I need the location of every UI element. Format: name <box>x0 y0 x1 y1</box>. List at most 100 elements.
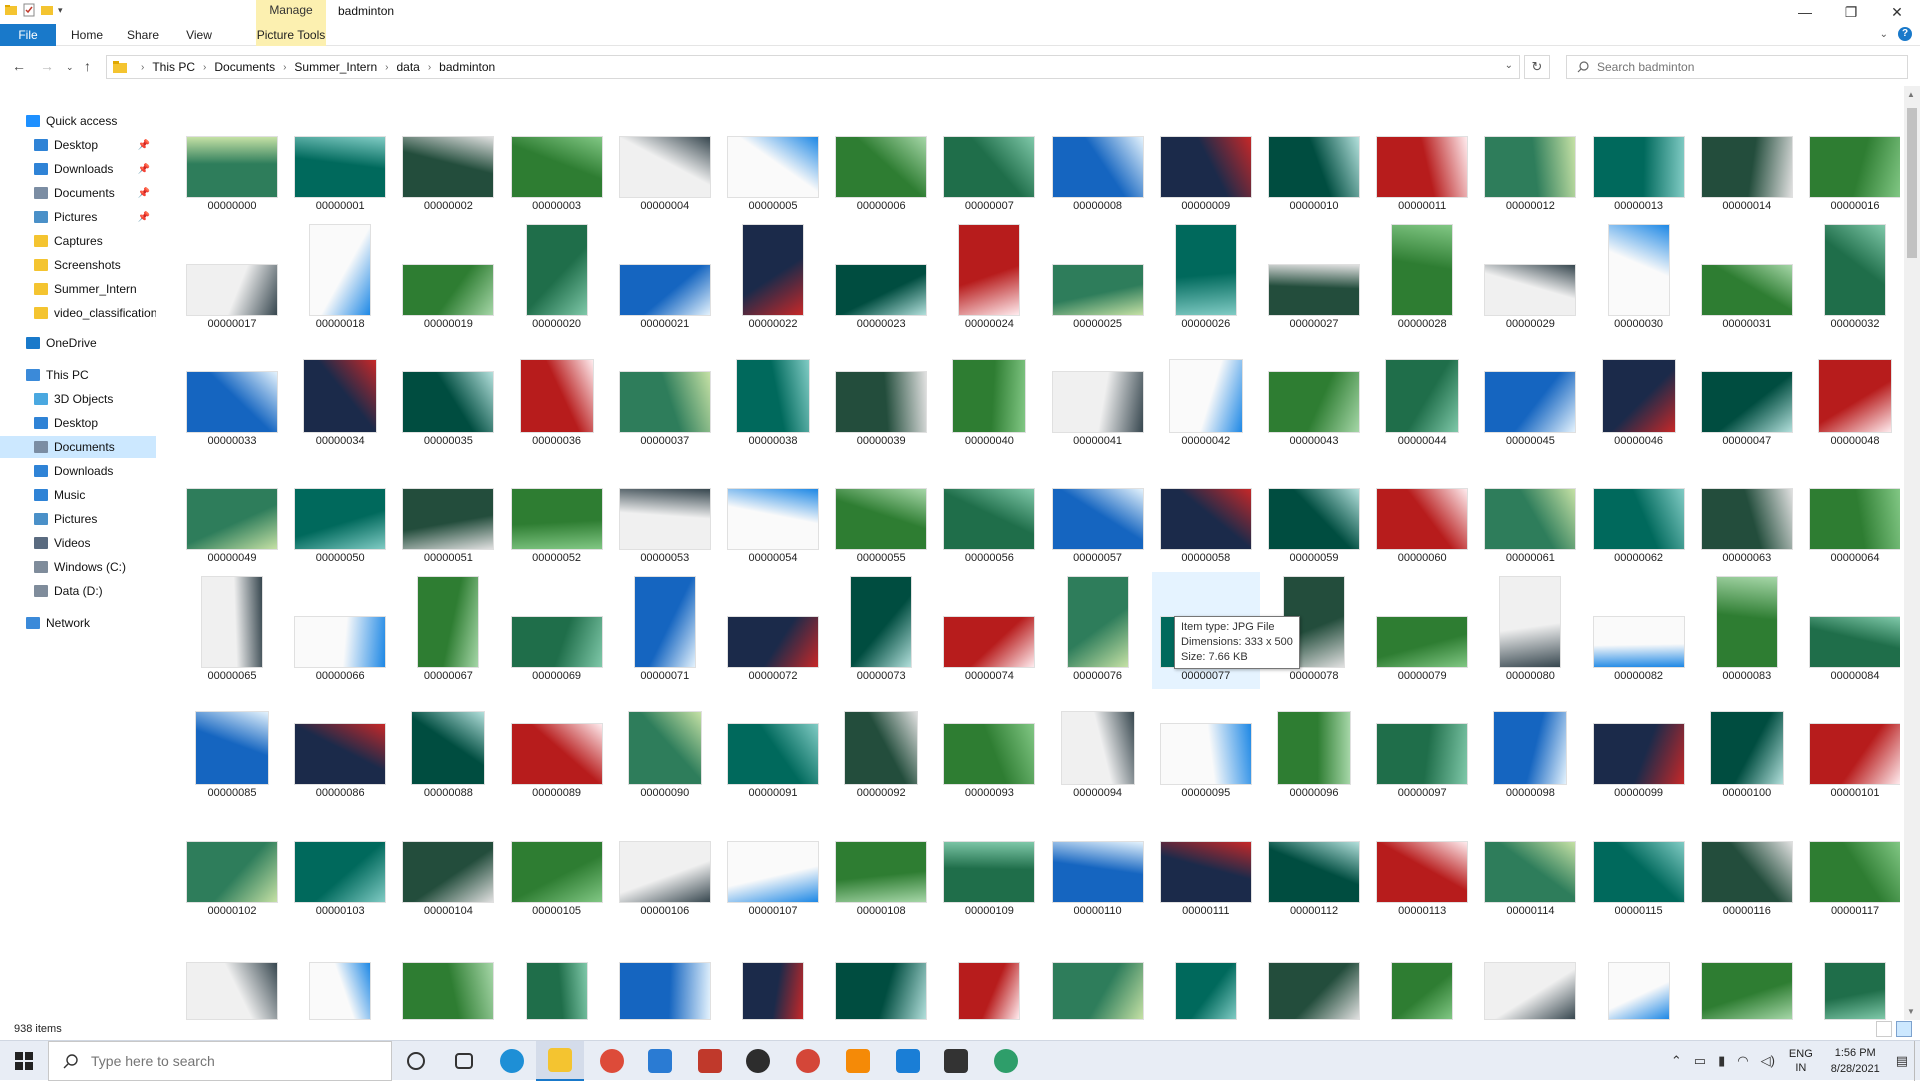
taskbar-app-button[interactable] <box>536 1041 584 1081</box>
file-thumbnail[interactable]: 00000006 <box>827 102 935 219</box>
sidebar-item[interactable]: Screenshots <box>0 254 156 276</box>
file-thumbnail[interactable]: 00000029 <box>1476 220 1584 337</box>
file-thumbnail[interactable]: 00000008 <box>1044 102 1152 219</box>
taskbar-search-input[interactable] <box>91 1053 351 1069</box>
file-thumbnail[interactable]: 00000049 <box>178 454 286 571</box>
recent-locations-icon[interactable]: ⌄ <box>66 62 74 73</box>
taskbar-app-button[interactable] <box>686 1041 734 1081</box>
file-thumbnail[interactable]: 00000048 <box>1801 337 1900 454</box>
scroll-up-icon[interactable]: ▲ <box>1907 90 1915 99</box>
sidebar-item[interactable]: Pictures 📌 <box>0 206 156 228</box>
file-thumbnail[interactable]: 00000112 <box>1260 807 1368 924</box>
file-thumbnail[interactable]: 00000018 <box>286 220 394 337</box>
file-thumbnail[interactable]: 00000040 <box>935 337 1043 454</box>
file-thumbnail[interactable]: 00000096 <box>1260 689 1368 806</box>
file-thumbnail[interactable]: 00000019 <box>394 220 502 337</box>
file-thumbnail[interactable]: 00000074 <box>935 572 1043 689</box>
file-thumbnail[interactable]: 00000108 <box>827 807 935 924</box>
breadcrumb-separator-icon[interactable]: › <box>428 62 431 73</box>
file-thumbnail[interactable] <box>719 924 827 1020</box>
file-thumbnail[interactable]: 00000014 <box>1693 102 1801 219</box>
taskbar-app-button[interactable] <box>636 1041 684 1081</box>
file-thumbnail[interactable]: 00000035 <box>394 337 502 454</box>
file-thumbnail[interactable]: 00000056 <box>935 454 1043 571</box>
refresh-button[interactable]: ↻ <box>1524 55 1550 79</box>
file-thumbnail[interactable]: 00000115 <box>1585 807 1693 924</box>
volume-icon[interactable]: ◁) <box>1761 1053 1775 1069</box>
file-thumbnail[interactable]: 00000047 <box>1693 337 1801 454</box>
breadcrumb-separator-icon[interactable]: › <box>203 62 206 73</box>
file-thumbnail[interactable] <box>1152 924 1260 1020</box>
file-thumbnail[interactable]: 00000030 <box>1585 220 1693 337</box>
file-thumbnail[interactable]: 00000088 <box>394 689 502 806</box>
file-thumbnail[interactable] <box>1693 924 1801 1020</box>
file-thumbnail[interactable]: 00000066 <box>286 572 394 689</box>
file-thumbnail[interactable]: 00000011 <box>1368 102 1476 219</box>
scroll-down-icon[interactable]: ▼ <box>1907 1007 1915 1016</box>
address-dropdown-icon[interactable]: ⌄ <box>1505 60 1513 71</box>
sidebar-item[interactable]: Downloads 📌 <box>0 158 156 180</box>
file-thumbnail[interactable]: 00000022 <box>719 220 827 337</box>
file-thumbnail[interactable]: 00000069 <box>503 572 611 689</box>
file-thumbnail[interactable]: 00000060 <box>1368 454 1476 571</box>
up-arrow-icon[interactable]: ↑ <box>84 58 91 74</box>
file-thumbnail[interactable]: 00000099 <box>1585 689 1693 806</box>
file-thumbnail[interactable] <box>827 924 935 1020</box>
breadcrumb-separator-icon[interactable]: › <box>283 62 286 73</box>
file-thumbnail[interactable]: 00000016 <box>1801 102 1900 219</box>
file-thumbnail[interactable]: 00000058 <box>1152 454 1260 571</box>
file-thumbnail[interactable]: 00000064 <box>1801 454 1900 571</box>
taskbar-app-button[interactable] <box>588 1041 636 1081</box>
sidebar-item[interactable]: Documents 📌 <box>0 182 156 204</box>
file-thumbnail[interactable]: 00000050 <box>286 454 394 571</box>
file-thumbnail[interactable]: 00000052 <box>503 454 611 571</box>
taskbar-search[interactable] <box>48 1041 392 1081</box>
sidebar-item[interactable]: Pictures <box>0 508 156 530</box>
file-thumbnail[interactable]: 00000095 <box>1152 689 1260 806</box>
file-thumbnail[interactable]: 00000005 <box>719 102 827 219</box>
file-thumbnail[interactable]: 00000117 <box>1801 807 1900 924</box>
file-thumbnail[interactable]: 00000055 <box>827 454 935 571</box>
file-thumbnail[interactable]: 00000038 <box>719 337 827 454</box>
file-thumbnail[interactable] <box>1044 924 1152 1020</box>
file-thumbnail[interactable]: 00000045 <box>1476 337 1584 454</box>
language-indicator[interactable]: ENG IN <box>1789 1047 1813 1075</box>
file-thumbnail[interactable]: 00000032 <box>1801 220 1900 337</box>
tab-view[interactable]: View <box>178 24 220 46</box>
sidebar-item[interactable]: Desktop 📌 <box>0 134 156 156</box>
file-thumbnail[interactable]: 00000063 <box>1693 454 1801 571</box>
taskbar-app-button[interactable] <box>734 1041 782 1081</box>
breadcrumb-summer-intern[interactable]: Summer_Intern <box>294 60 377 74</box>
sidebar-item[interactable]: This PC <box>0 364 156 386</box>
file-thumbnail[interactable]: 00000085 <box>178 689 286 806</box>
show-hidden-icons-icon[interactable]: ⌃ <box>1671 1053 1682 1069</box>
large-icons-view-button[interactable] <box>1896 1021 1912 1037</box>
taskbar-app-button[interactable] <box>440 1041 488 1081</box>
file-thumbnail[interactable]: 00000054 <box>719 454 827 571</box>
usb-icon[interactable]: ▭ <box>1694 1053 1706 1069</box>
file-thumbnail[interactable]: 00000061 <box>1476 454 1584 571</box>
file-thumbnail[interactable]: 00000116 <box>1693 807 1801 924</box>
sidebar-item[interactable]: Data (D:) <box>0 580 156 602</box>
file-thumbnail[interactable]: 00000105 <box>503 807 611 924</box>
file-thumbnail[interactable]: 00000042 <box>1152 337 1260 454</box>
file-thumbnail[interactable]: 00000036 <box>503 337 611 454</box>
file-thumbnail[interactable]: 00000000 <box>178 102 286 219</box>
taskbar-app-button[interactable] <box>392 1041 440 1081</box>
file-thumbnail[interactable] <box>286 924 394 1020</box>
file-thumbnail[interactable]: 00000028 <box>1368 220 1476 337</box>
details-view-button[interactable] <box>1876 1021 1892 1037</box>
help-icon[interactable]: ? <box>1898 27 1912 41</box>
file-thumbnail[interactable]: 00000113 <box>1368 807 1476 924</box>
file-thumbnail[interactable]: 00000065 <box>178 572 286 689</box>
file-thumbnail[interactable]: 00000107 <box>719 807 827 924</box>
tab-file[interactable]: File <box>0 24 56 46</box>
file-thumbnail[interactable]: 00000004 <box>611 102 719 219</box>
minimize-button[interactable]: — <box>1782 0 1828 24</box>
file-thumbnail[interactable]: 00000076 <box>1044 572 1152 689</box>
breadcrumb-this-pc[interactable]: This PC <box>152 60 195 74</box>
breadcrumb-badminton[interactable]: badminton <box>439 60 495 74</box>
file-thumbnail[interactable]: 00000026 <box>1152 220 1260 337</box>
file-thumbnail[interactable]: 00000072 <box>719 572 827 689</box>
tab-picture-tools[interactable]: Picture Tools <box>256 24 326 46</box>
